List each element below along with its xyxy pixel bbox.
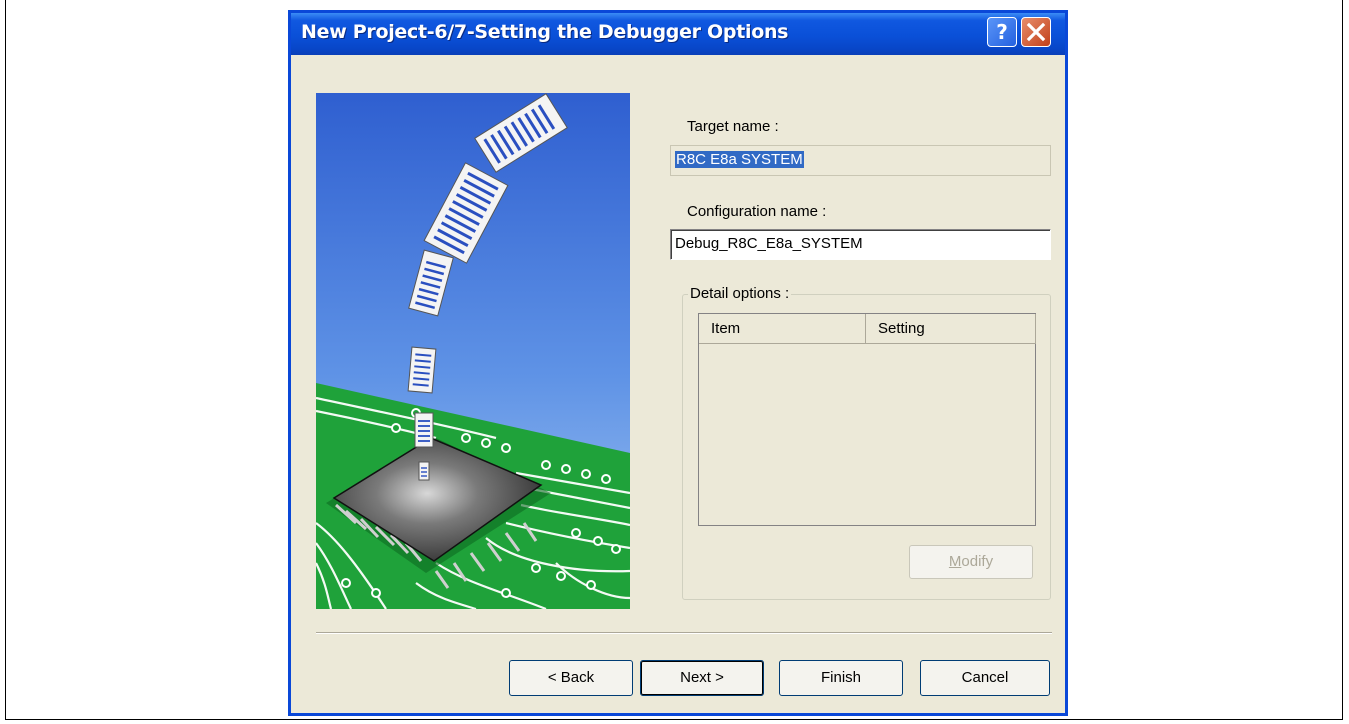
back-button[interactable]: < Back (509, 660, 633, 696)
cancel-button[interactable]: Cancel (920, 660, 1050, 696)
wizard-dialog: New Project-6/7-Setting the Debugger Opt… (288, 10, 1068, 716)
help-button[interactable]: ? (987, 17, 1017, 47)
help-icon: ? (996, 20, 1008, 44)
configuration-name-label: Configuration name : (687, 203, 827, 220)
modify-button[interactable]: Modify (909, 545, 1033, 579)
detail-options-group: Detail options : Item Setting Modify (682, 285, 1051, 600)
target-name-label: Target name : (687, 118, 779, 135)
next-button[interactable]: Next > (640, 660, 764, 696)
dialog-title: New Project-6/7-Setting the Debugger Opt… (301, 21, 789, 43)
column-header-item[interactable]: Item (699, 314, 866, 344)
finish-button[interactable]: Finish (779, 660, 903, 696)
target-name-field[interactable]: R8C E8a SYSTEM (670, 145, 1051, 176)
target-name-value: R8C E8a SYSTEM (675, 151, 804, 168)
close-button[interactable] (1021, 17, 1051, 47)
title-bar[interactable]: New Project-6/7-Setting the Debugger Opt… (291, 13, 1065, 55)
column-header-setting[interactable]: Setting (866, 314, 1036, 344)
chip-documents-illustration (316, 93, 630, 609)
dialog-content: Target name : R8C E8a SYSTEM Configurati… (291, 55, 1065, 713)
close-icon (1026, 22, 1046, 42)
modify-label-rest: odify (961, 553, 994, 570)
button-separator (316, 632, 1052, 634)
configuration-name-value: Debug_R8C_E8a_SYSTEM (675, 235, 863, 252)
configuration-name-input[interactable]: Debug_R8C_E8a_SYSTEM (670, 229, 1051, 260)
detail-options-list[interactable]: Item Setting (698, 313, 1036, 526)
modify-mnemonic: M (948, 553, 962, 570)
detail-options-legend: Detail options : (688, 285, 792, 302)
